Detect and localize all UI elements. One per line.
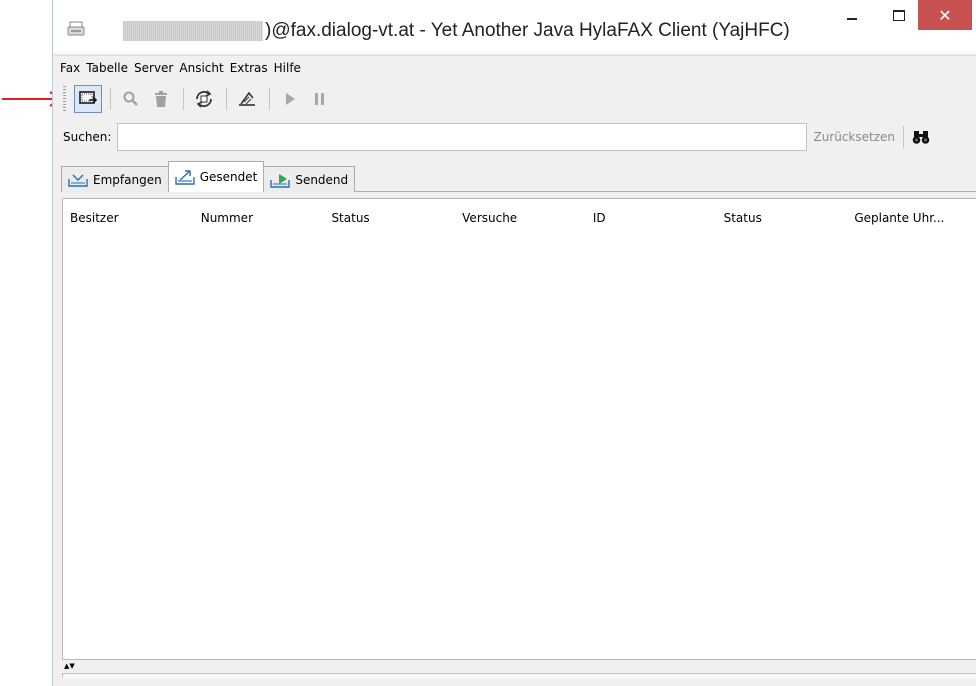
tab-label: Empfangen (93, 172, 162, 187)
close-icon: ✕ (938, 5, 952, 25)
column-header[interactable]: ID (586, 211, 717, 225)
divider-arrows-icon[interactable]: ▲▼ (64, 662, 75, 670)
tab-bar: Empfangen Gesendet Sendend (61, 160, 356, 192)
search-label: Suchen: (63, 130, 112, 144)
binoculars-icon (912, 131, 930, 144)
menu-server[interactable]: Server (131, 61, 176, 75)
search-input[interactable] (117, 123, 808, 151)
toolbar-separator (183, 88, 184, 110)
suspend-icon (315, 93, 324, 105)
column-header[interactable]: Besitzer (63, 211, 194, 225)
tab-label: Sendend (295, 172, 349, 187)
toolbar (53, 82, 976, 116)
bottom-pane (62, 673, 976, 678)
received-icon (67, 173, 89, 187)
split-pane-divider[interactable]: ▲▼ (62, 662, 976, 672)
send-fax-button[interactable] (74, 85, 102, 113)
phonebook-icon (239, 91, 255, 106)
column-header[interactable]: Geplante Uhr... (847, 211, 976, 225)
tab-empfangen[interactable]: Empfangen (61, 166, 169, 192)
tab-label: Gesendet (199, 170, 258, 184)
tab-sendend[interactable]: Sendend (263, 166, 356, 192)
app-window: )@fax.dialog-vt.at - Yet Another Java Hy… (52, 0, 976, 686)
fax-app-icon (67, 20, 85, 38)
menu-tabelle[interactable]: Tabelle (83, 61, 131, 75)
refresh-button[interactable] (190, 85, 218, 113)
resume-icon (286, 93, 295, 105)
close-button[interactable]: ✕ (918, 0, 972, 30)
view-fax-button[interactable] (117, 85, 145, 113)
column-header[interactable]: Status (324, 211, 455, 225)
maximize-icon (893, 9, 905, 21)
search-bar: Suchen: Zurücksetzen (53, 118, 976, 156)
reset-search-button[interactable]: Zurücksetzen (813, 130, 895, 144)
menu-bar: Fax Tabelle Server Ansicht Extras Hilfe (53, 55, 976, 80)
redacted-username (123, 21, 263, 41)
column-header[interactable]: Nummer (194, 211, 325, 225)
search-separator (903, 126, 905, 148)
menu-ansicht[interactable]: Ansicht (176, 61, 226, 75)
suspend-button[interactable] (306, 85, 334, 113)
delete-fax-button[interactable] (147, 85, 175, 113)
send-fax-icon (79, 91, 98, 104)
refresh-icon (196, 90, 212, 108)
title-bar[interactable]: )@fax.dialog-vt.at - Yet Another Java Hy… (53, 0, 976, 53)
toolbar-grip[interactable] (63, 86, 66, 112)
maximize-button[interactable] (881, 0, 917, 30)
phonebook-button[interactable] (233, 85, 261, 113)
toolbar-separator (226, 88, 227, 110)
minimize-icon (847, 18, 857, 20)
menu-fax[interactable]: Fax (53, 61, 83, 75)
menu-extras[interactable]: Extras (227, 61, 271, 75)
search-button[interactable] (912, 129, 930, 145)
toolbar-separator (269, 88, 270, 110)
table-header: Besitzer Nummer Status Versuche ID Statu… (63, 199, 976, 237)
menu-hilfe[interactable]: Hilfe (271, 61, 304, 75)
delete-icon (155, 91, 167, 107)
minimize-button[interactable] (834, 0, 870, 30)
toolbar-separator (110, 88, 111, 110)
window-title: )@fax.dialog-vt.at - Yet Another Java Hy… (265, 20, 790, 41)
fax-table[interactable]: Besitzer Nummer Status Versuche ID Statu… (62, 198, 976, 660)
sending-icon (269, 172, 291, 188)
sent-icon (174, 169, 196, 185)
tab-gesendet[interactable]: Gesendet (167, 161, 265, 192)
resume-button[interactable] (276, 85, 304, 113)
view-icon (123, 91, 138, 106)
column-header[interactable]: Status (717, 211, 848, 225)
column-header[interactable]: Versuche (455, 211, 586, 225)
